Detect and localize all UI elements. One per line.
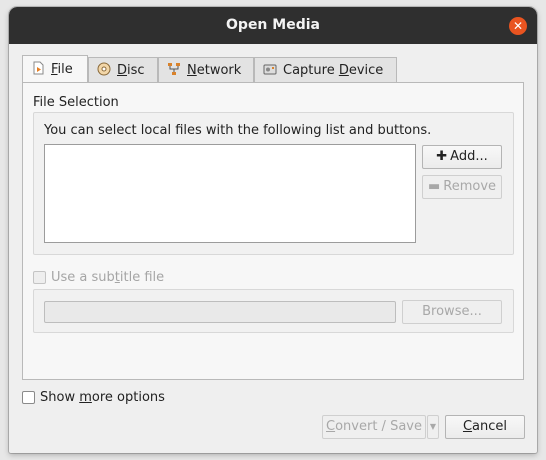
subtitle-checkbox[interactable] [33,271,46,284]
subtitle-group: Browse... [33,289,514,333]
chevron-down-icon[interactable]: ▼ [427,415,439,439]
subtitle-checkbox-label: Use a subtitle file [51,270,165,285]
remove-button[interactable]: ▬ Remove [422,175,502,199]
file-selection-group: You can select local files with the foll… [33,112,514,255]
close-icon[interactable]: ✕ [509,17,527,35]
subtitle-file-field[interactable] [44,301,396,323]
plus-icon: ✚ [436,149,448,164]
add-button[interactable]: ✚ Add... [422,145,502,169]
file-tab-panel: File Selection You can select local file… [22,82,524,380]
tab-disc[interactable]: Disc [88,57,158,83]
file-list[interactable] [44,144,416,243]
disc-icon [97,62,111,76]
browse-button[interactable]: Browse... [402,300,502,324]
minus-icon: ▬ [427,179,441,194]
cancel-button[interactable]: Cancel [445,415,525,439]
convert-save-button[interactable]: Convert / Save [322,415,426,439]
tab-file[interactable]: File [22,55,88,82]
window-title: Open Media [226,17,320,33]
show-more-options-checkbox[interactable] [22,391,35,404]
file-selection-label: File Selection [33,95,119,110]
file-selection-hint: You can select local files with the foll… [44,123,432,138]
file-icon [33,61,44,75]
open-media-dialog: Open Media ✕ File Disc Network Capture D… [9,7,537,453]
network-icon [168,63,180,75]
capture-device-icon [263,64,277,75]
tab-network[interactable]: Network [158,57,254,83]
title-bar: Open Media ✕ [9,7,537,44]
tab-capture-device[interactable]: Capture Device [254,57,397,83]
show-more-options-label: Show more options [40,390,165,405]
